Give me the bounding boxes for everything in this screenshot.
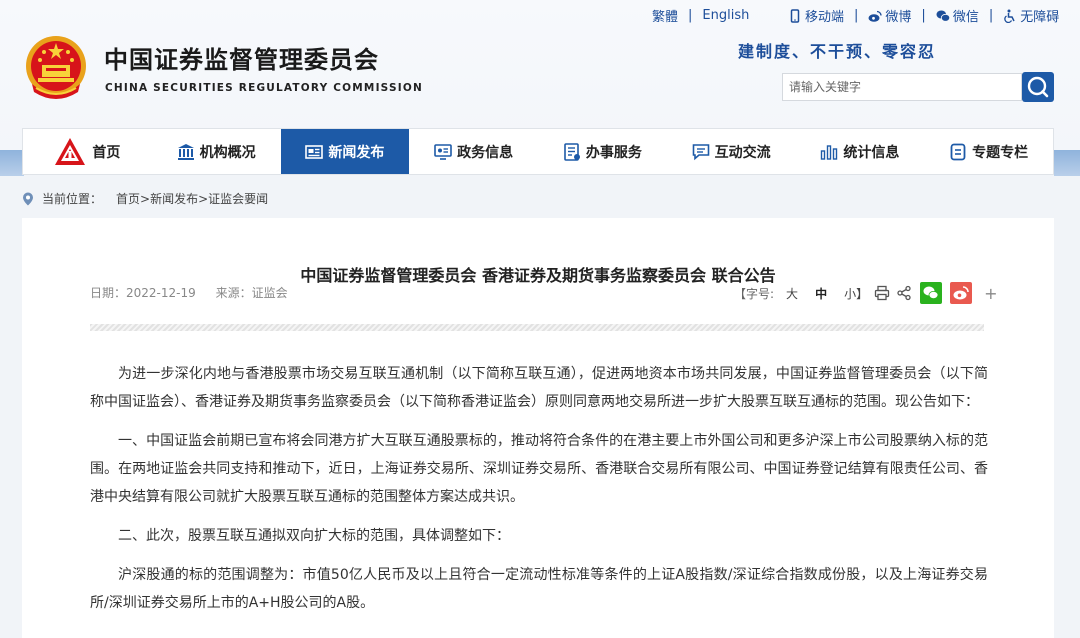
mobile-link-label: 移动端 — [805, 10, 845, 25]
gov-info-icon — [434, 143, 452, 160]
article-meta: 日期：2022-12-19 来源：证监会 — [90, 284, 304, 301]
slogan: 建制度、不干预、零容忍 — [738, 42, 937, 61]
nav-item-gov-info[interactable]: 政务信息 — [409, 129, 538, 174]
wechat-share-icon — [920, 282, 943, 304]
font-size-large-button[interactable]: 大 — [786, 285, 798, 302]
share-wechat-button[interactable] — [920, 282, 943, 304]
article-paragraph: 沪深股通的标的范围调整为：市值50亿人民币及以上且符合一定流动性标准等条件的上证… — [90, 567, 988, 611]
language-links: 繁體 | English — [652, 6, 749, 25]
nav-item-news[interactable]: 新闻发布 — [280, 129, 410, 174]
nav-item-label: 政务信息 — [457, 144, 514, 161]
separator: | — [688, 8, 693, 23]
service-links: 移动端 | 微博 | 微信 | 无障碍 — [788, 6, 1059, 25]
accessibility-icon — [1004, 9, 1015, 23]
breadcrumb: 当前位置： 首页>新闻发布>证监会要闻 — [22, 190, 268, 207]
nav-item-label: 互动交流 — [714, 144, 771, 161]
news-icon — [305, 144, 324, 159]
print-icon — [874, 285, 890, 301]
separator: | — [988, 8, 994, 23]
wechat-link[interactable]: 微信 — [936, 6, 979, 25]
search-input[interactable] — [782, 73, 1022, 101]
font-size-medium-button[interactable]: 中 — [815, 285, 827, 302]
article-tools: 【字号: 大 中 小】 + — [734, 282, 998, 304]
weibo-link-label: 微博 — [885, 10, 912, 25]
article-source: 来源：证监会 — [215, 286, 288, 300]
more-share-button[interactable]: + — [984, 284, 997, 303]
print-button[interactable] — [874, 285, 890, 301]
nav-item-label: 新闻发布 — [328, 144, 385, 161]
topic-icon — [950, 143, 966, 160]
weibo-icon — [868, 10, 883, 22]
mobile-icon — [790, 9, 800, 23]
service-icon — [564, 142, 580, 161]
nav-item-topics[interactable]: 专题专栏 — [924, 129, 1053, 174]
article-body: 为进一步深化内地与香港股票市场交易互联互通机制（以下简称互联互通），促进两地资本… — [90, 360, 988, 628]
breadcrumb-label: 当前位置： — [42, 192, 103, 206]
nav-item-label: 办事服务 — [585, 144, 642, 161]
nav-item-interaction[interactable]: 互动交流 — [667, 129, 796, 174]
traditional-chinese-link[interactable]: 繁體 — [652, 6, 678, 25]
breadcrumb-path[interactable]: 首页>新闻发布>证监会要闻 — [116, 190, 268, 207]
nav-item-about[interactable]: 机构概况 — [152, 129, 281, 174]
separator: | — [921, 8, 926, 23]
accessibility-link-label: 无障碍 — [1020, 10, 1060, 25]
csrc-logo-icon — [55, 137, 86, 165]
main-nav: 首页 机构概况 新闻发布 政务信息 办事服务 互动交流 统计信息 专题专栏 — [22, 128, 1054, 175]
article-paragraph: 一、中国证监会前期已宣布将会同港方扩大互联互通股票标的，推动将符合条件的在港主要… — [90, 433, 988, 505]
mobile-link[interactable]: 移动端 — [788, 6, 844, 25]
search-icon — [1027, 76, 1049, 98]
nav-item-label: 机构概况 — [199, 144, 256, 161]
font-size-label: 【字号: — [734, 286, 775, 301]
weibo-share-icon — [950, 282, 973, 304]
wechat-icon — [936, 10, 950, 22]
accessibility-link[interactable]: 无障碍 — [1003, 6, 1059, 25]
nav-item-home[interactable]: 首页 — [23, 129, 152, 174]
english-link[interactable]: English — [702, 8, 749, 23]
article-paragraph: 二、此次，股票互联互通拟双向扩大标的范围，具体调整如下： — [118, 528, 510, 544]
weibo-link[interactable]: 微博 — [868, 6, 911, 25]
stats-icon — [821, 144, 838, 160]
article-date: 日期：2022-12-19 — [90, 286, 196, 300]
site-title-english: CHINA SECURITIES REGULATORY COMMISSION — [105, 82, 423, 94]
article-divider — [90, 324, 984, 331]
header-band-right — [1054, 150, 1080, 176]
share-button[interactable] — [896, 285, 912, 301]
institution-icon — [177, 143, 194, 160]
chat-icon — [692, 143, 709, 160]
nav-item-label: 统计信息 — [843, 144, 900, 161]
share-icon — [897, 285, 911, 301]
search-button[interactable] — [1022, 72, 1054, 102]
site-title: 中国证券监督管理委员会 — [104, 46, 379, 74]
nav-item-services[interactable]: 办事服务 — [538, 129, 667, 174]
wechat-link-label: 微信 — [952, 10, 979, 25]
font-size-small-button[interactable]: 小】 — [844, 285, 868, 302]
share-weibo-button[interactable] — [950, 282, 973, 304]
separator: | — [854, 8, 859, 23]
nav-item-statistics[interactable]: 统计信息 — [796, 129, 925, 174]
header-band-left — [0, 150, 24, 176]
national-emblem-logo — [26, 36, 86, 99]
nav-item-label: 首页 — [92, 144, 121, 161]
article-panel: 中国证券监督管理委员会 香港证券及期货事务监察委员会 联合公告 日期：2022-… — [22, 218, 1054, 638]
nav-item-label: 专题专栏 — [972, 144, 1029, 161]
article-paragraph: 为进一步深化内地与香港股票市场交易互联互通机制（以下简称互联互通），促进两地资本… — [90, 366, 988, 410]
location-pin-icon — [23, 192, 33, 205]
